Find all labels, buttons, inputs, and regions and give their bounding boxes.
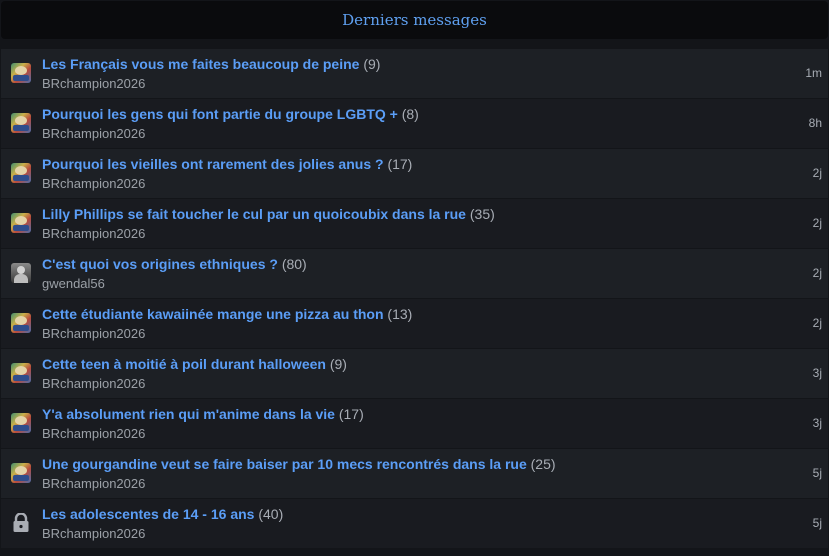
user-avatar-icon[interactable] [11, 363, 31, 383]
topic-title-link[interactable]: Une gourgandine veut se faire baiser par… [42, 456, 527, 472]
user-avatar-icon[interactable] [11, 63, 31, 83]
topic-row[interactable]: Cette teen à moitié à poil durant hallow… [1, 349, 828, 398]
topic-title-line: Cette étudiante kawaiinée mange une pizz… [42, 306, 412, 323]
user-avatar-icon[interactable] [11, 213, 31, 233]
topic-row[interactable]: Cette étudiante kawaiinée mange une pizz… [1, 299, 828, 348]
topic-time: 1m [805, 66, 822, 80]
topic-title-link[interactable]: C'est quoi vos origines ethniques ? [42, 256, 278, 272]
reply-count: (8) [401, 106, 419, 122]
topic-time: 2j [812, 216, 822, 230]
user-avatar-icon[interactable] [11, 413, 31, 433]
topic-author[interactable]: BRchampion2026 [42, 126, 145, 141]
topic-time: 2j [812, 266, 822, 280]
topic-title-link[interactable]: Cette étudiante kawaiinée mange une pizz… [42, 306, 384, 322]
reply-count: (17) [338, 406, 364, 422]
topic-title-line: C'est quoi vos origines ethniques ? (80) [42, 256, 307, 273]
topic-title-line: Une gourgandine veut se faire baiser par… [42, 456, 556, 473]
topic-author[interactable]: BRchampion2026 [42, 226, 145, 241]
topic-title-line: Pourquoi les vieilles ont rarement des j… [42, 156, 412, 173]
topic-time: 5j [812, 516, 822, 530]
topic-author[interactable]: BRchampion2026 [42, 376, 145, 391]
reply-count: (9) [363, 56, 381, 72]
topic-row[interactable]: Pourquoi les gens qui font partie du gro… [1, 99, 828, 148]
user-avatar-icon[interactable] [11, 463, 31, 483]
topic-title-line: Y'a absolument rien qui m'anime dans la … [42, 406, 364, 423]
panel-title: Derniers messages [342, 11, 487, 29]
topic-author[interactable]: BRchampion2026 [42, 476, 145, 491]
topic-row[interactable]: Les Français vous me faites beaucoup de … [1, 49, 828, 98]
reply-count: (17) [387, 156, 413, 172]
topic-title-link[interactable]: Les Français vous me faites beaucoup de … [42, 56, 359, 72]
topic-time: 8h [808, 116, 822, 130]
topic-title-line: Les adolescentes de 14 - 16 ans (40) [42, 506, 283, 523]
reply-count: (25) [530, 456, 556, 472]
topic-time: 3j [812, 416, 822, 430]
reply-count: (80) [281, 256, 307, 272]
lock-icon [13, 513, 29, 532]
topic-time: 2j [812, 166, 822, 180]
topic-author[interactable]: BRchampion2026 [42, 76, 145, 91]
reply-count: (35) [469, 206, 495, 222]
topic-author[interactable]: BRchampion2026 [42, 326, 145, 341]
user-avatar-icon[interactable] [11, 113, 31, 133]
user-avatar-icon[interactable] [11, 263, 31, 283]
user-avatar-icon[interactable] [11, 313, 31, 333]
topic-author[interactable]: BRchampion2026 [42, 526, 145, 541]
topic-time: 3j [812, 366, 822, 380]
topic-title-line: Pourquoi les gens qui font partie du gro… [42, 106, 419, 123]
topic-row[interactable]: Pourquoi les vieilles ont rarement des j… [1, 149, 828, 198]
topic-row[interactable]: Les adolescentes de 14 - 16 ans (40) BRc… [1, 499, 828, 548]
topic-time: 5j [812, 466, 822, 480]
topic-title-link[interactable]: Les adolescentes de 14 - 16 ans [42, 506, 254, 522]
topic-row[interactable]: Lilly Phillips se fait toucher le cul pa… [1, 199, 828, 248]
topic-author[interactable]: BRchampion2026 [42, 426, 145, 441]
topic-title-line: Cette teen à moitié à poil durant hallow… [42, 356, 347, 373]
topic-title-link[interactable]: Cette teen à moitié à poil durant hallow… [42, 356, 326, 372]
topic-title-link[interactable]: Pourquoi les vieilles ont rarement des j… [42, 156, 384, 172]
topic-title-link[interactable]: Y'a absolument rien qui m'anime dans la … [42, 406, 335, 422]
topic-title-link[interactable]: Pourquoi les gens qui font partie du gro… [42, 106, 398, 122]
topic-time: 2j [812, 316, 822, 330]
topic-list: Les Français vous me faites beaucoup de … [1, 49, 828, 549]
reply-count: (9) [329, 356, 347, 372]
user-avatar-icon[interactable] [11, 163, 31, 183]
topic-author[interactable]: gwendal56 [42, 276, 105, 291]
latest-messages-panel: Derniers messages Les Français vous me f… [0, 0, 829, 556]
topic-title-link[interactable]: Lilly Phillips se fait toucher le cul pa… [42, 206, 466, 222]
reply-count: (13) [387, 306, 413, 322]
reply-count: (40) [258, 506, 284, 522]
topic-title-line: Les Français vous me faites beaucoup de … [42, 56, 380, 73]
topic-row[interactable]: Y'a absolument rien qui m'anime dans la … [1, 399, 828, 448]
topic-row[interactable]: C'est quoi vos origines ethniques ? (80)… [1, 249, 828, 298]
topic-author[interactable]: BRchampion2026 [42, 176, 145, 191]
panel-header: Derniers messages [1, 1, 828, 39]
topic-title-line: Lilly Phillips se fait toucher le cul pa… [42, 206, 495, 223]
topic-row[interactable]: Une gourgandine veut se faire baiser par… [1, 449, 828, 498]
